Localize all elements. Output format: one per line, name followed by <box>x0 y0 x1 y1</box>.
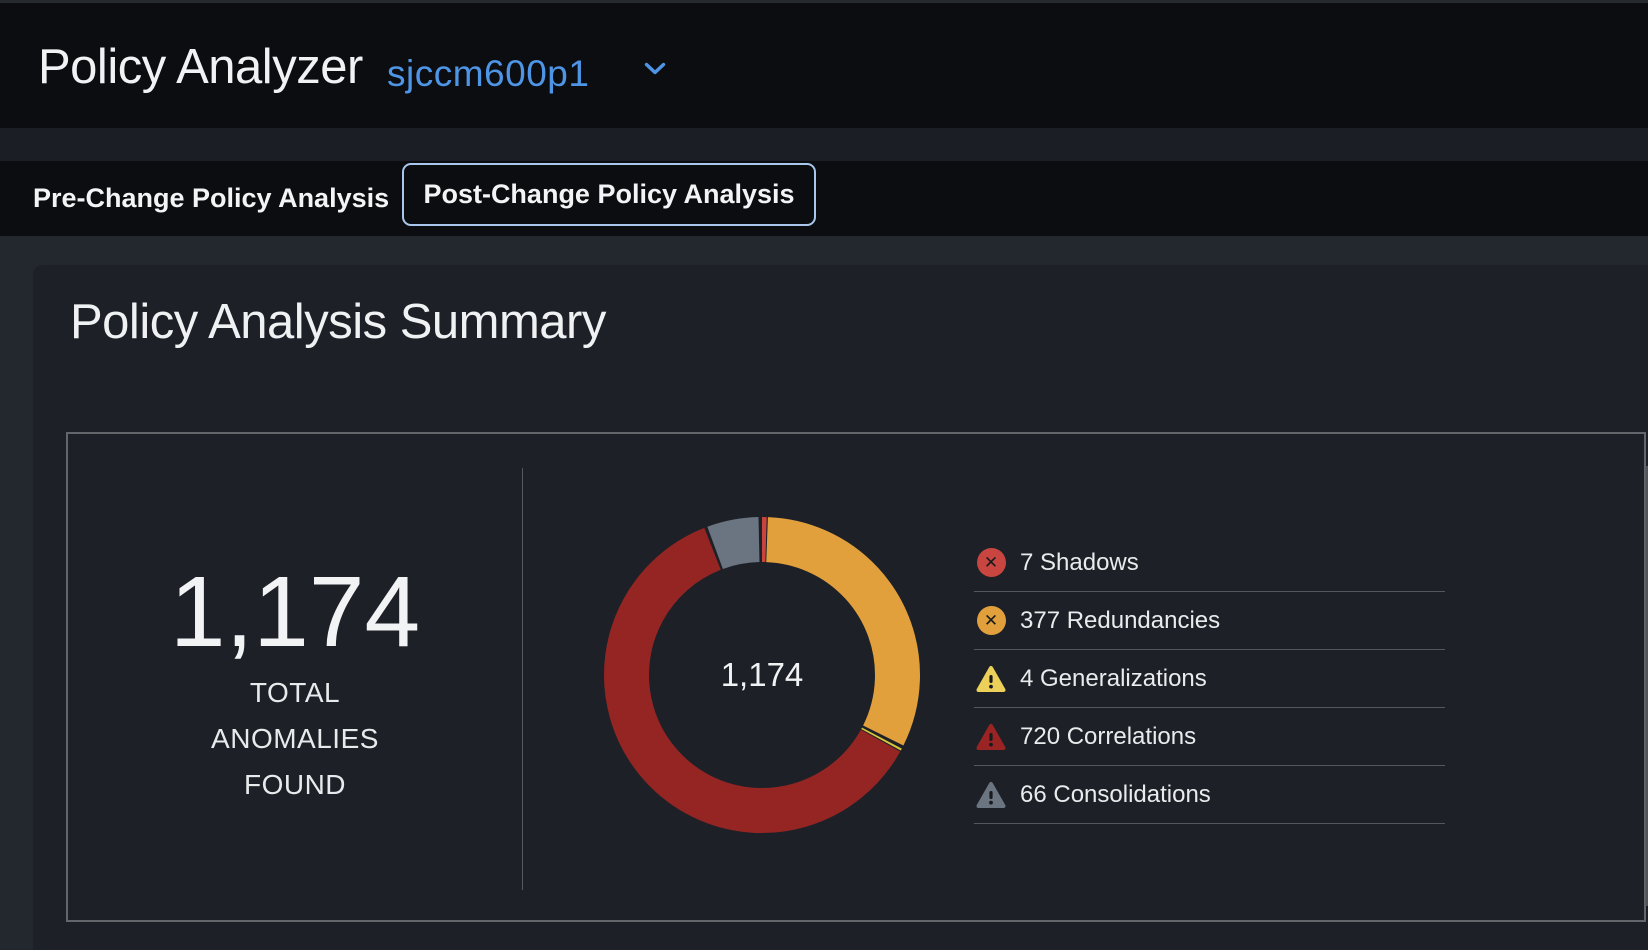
app-title: Policy Analyzer <box>38 41 363 93</box>
circle-x-icon: ✕ <box>976 548 1006 578</box>
chevron-down-icon[interactable] <box>644 62 666 76</box>
policy-analysis-summary-card: Policy Analysis Summary 1,174 TOTAL ANOM… <box>33 265 1648 950</box>
legend-item-shadows: ✕ 7 Shadows <box>974 534 1445 592</box>
triangle-exclamation-icon <box>976 780 1006 810</box>
summary-box: 1,174 TOTAL ANOMALIES FOUND 1,174 ✕ 7 Sh… <box>66 432 1646 922</box>
legend-item-consolidations: 66 Consolidations <box>974 766 1445 824</box>
legend-label: 4 Generalizations <box>1020 665 1207 693</box>
legend-label: 66 Consolidations <box>1020 781 1211 809</box>
legend-label: 7 Shadows <box>1020 549 1139 577</box>
app-header: Policy Analyzer sjccm600p1 <box>0 3 1648 128</box>
donut-center-label: 1,174 <box>602 515 922 835</box>
anomalies-donut-chart: 1,174 <box>602 515 922 835</box>
anomaly-legend: ✕ 7 Shadows ✕ 377 Redundancies <box>974 534 1445 824</box>
caption-line: ANOMALIES <box>68 716 522 762</box>
caption-line: TOTAL <box>68 670 522 716</box>
legend-item-redundancies: ✕ 377 Redundancies <box>974 592 1445 650</box>
circle-x-icon: ✕ <box>976 606 1006 636</box>
triangle-exclamation-icon <box>976 664 1006 694</box>
vertical-divider <box>522 468 523 890</box>
tab-bar: Pre-Change Policy Analysis Post-Change P… <box>0 161 1648 236</box>
legend-item-generalizations: 4 Generalizations <box>974 650 1445 708</box>
legend-label: 720 Correlations <box>1020 723 1196 751</box>
caption-line: FOUND <box>68 762 522 808</box>
tab-label: Post-Change Policy Analysis <box>423 179 794 210</box>
total-anomalies-value: 1,174 <box>68 560 522 664</box>
page-title: Policy Analysis Summary <box>70 296 606 348</box>
legend-label: 377 Redundancies <box>1020 607 1220 635</box>
tab-pre-change-policy-analysis[interactable]: Pre-Change Policy Analysis <box>33 161 389 236</box>
legend-item-correlations: 720 Correlations <box>974 708 1445 766</box>
total-anomalies-stat: 1,174 TOTAL ANOMALIES FOUND <box>68 560 522 808</box>
tab-label: Pre-Change Policy Analysis <box>33 183 389 214</box>
header-divider-strip <box>0 128 1648 161</box>
device-selector[interactable]: sjccm600p1 <box>387 54 589 94</box>
total-anomalies-caption: TOTAL ANOMALIES FOUND <box>68 670 522 808</box>
triangle-exclamation-icon <box>976 722 1006 752</box>
tab-post-change-policy-analysis[interactable]: Post-Change Policy Analysis <box>402 163 816 226</box>
